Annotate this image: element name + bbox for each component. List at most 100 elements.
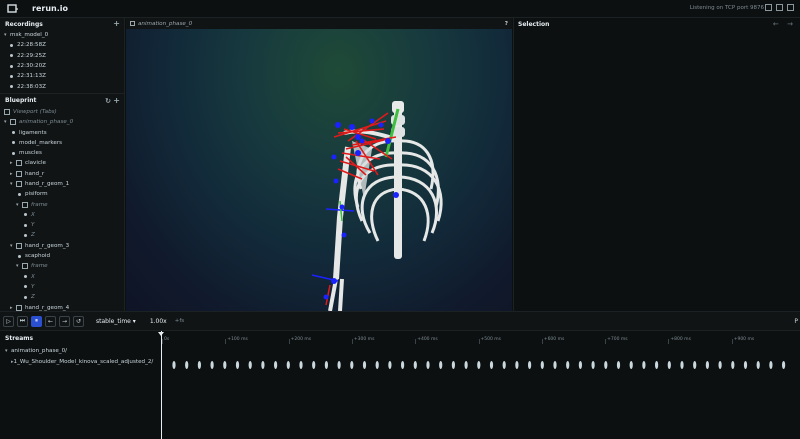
blueprint-item[interactable]: Y <box>0 220 124 230</box>
blueprint-item[interactable]: ▾ hand_r_geom_3 <box>0 241 124 251</box>
recording-item[interactable]: 22:29:25Z <box>0 51 124 61</box>
pause-button[interactable]: ⏸ <box>31 315 42 327</box>
event-marker <box>616 361 621 369</box>
event-marker <box>401 361 405 369</box>
stream-child-label: 1_Wu_Shoulder_Model_kinova_scaled_adjust… <box>13 358 154 365</box>
blueprint-item[interactable]: ligaments <box>0 127 124 137</box>
recording-dot-icon <box>10 85 13 89</box>
entity-dot-icon <box>24 233 27 237</box>
rerun-logo-icon[interactable] <box>6 3 20 15</box>
recording-item[interactable]: 22:38:03Z <box>0 81 124 91</box>
play-button[interactable]: ▷ <box>3 315 14 327</box>
blueprint-item[interactable]: ▾ frame <box>0 199 124 209</box>
event-marker <box>375 361 379 369</box>
blueprint-item[interactable]: ▾ hand_r_geom_1 <box>0 179 124 189</box>
help-icon[interactable]: ? <box>505 21 508 27</box>
event-marker <box>502 361 506 369</box>
recording-app-id: msk_model_0 <box>10 32 49 39</box>
blueprint-item[interactable]: model_markers <box>0 138 124 148</box>
entity-group-icon <box>16 170 22 177</box>
time-tick-label: +200 ms <box>290 337 312 342</box>
recording-item[interactable]: 22:31:13Z <box>0 71 124 81</box>
view-row[interactable]: ▾ animation_phase_0 <box>0 117 124 127</box>
left-panel: Recordings + ▾ msk_model_0 22:28:58Z 22:2… <box>0 18 125 311</box>
blueprint-item[interactable]: ▸ hand_r <box>0 169 124 179</box>
selection-panel: Selection ← → <box>513 18 800 311</box>
recording-item[interactable]: 22:28:58Z <box>0 40 124 50</box>
add-view-icon[interactable]: + <box>113 96 120 105</box>
event-marker <box>756 361 760 369</box>
playback-controls: ▷ ⏭ ⏸ ← → ↺ <box>0 315 84 327</box>
3d-scene[interactable] <box>126 29 512 312</box>
step-back-button[interactable]: ← <box>45 315 56 327</box>
event-marker <box>248 361 252 369</box>
toggle-left-panel-icon[interactable] <box>765 4 772 11</box>
view-tab-label: animation_phase_0 <box>138 20 193 27</box>
viewport-row[interactable]: Viewport (Tabs) <box>0 107 124 117</box>
playback-speed[interactable]: 1.00x <box>150 318 167 325</box>
entity-dot-icon <box>12 151 15 155</box>
blueprint-item[interactable]: muscles <box>0 148 124 158</box>
blueprint-item[interactable]: Z <box>0 292 124 302</box>
add-recording-icon[interactable]: + <box>113 19 120 28</box>
loop-button[interactable]: ↺ <box>73 315 84 327</box>
stream-track[interactable] <box>160 345 800 439</box>
event-marker <box>337 361 341 369</box>
event-marker <box>515 361 519 369</box>
recordings-header: Recordings + <box>0 18 124 30</box>
entity-dot-icon <box>24 213 27 217</box>
blueprint-item[interactable]: pisiform <box>0 189 124 199</box>
step-next-button[interactable]: → <box>59 315 70 327</box>
skeleton-render <box>311 101 443 312</box>
event-marker <box>693 361 697 369</box>
streams-tree: Streams ▾ animation_phase_0/ ▸ 1_Wu_Shou… <box>0 331 154 439</box>
app-title: rerun.io <box>32 4 68 13</box>
selection-history-arrows[interactable]: ← → <box>773 20 796 28</box>
blueprint-item[interactable]: ▸ clavicle <box>0 158 124 168</box>
time-tick-label: +100 ms <box>227 337 248 342</box>
blueprint-item[interactable]: Y <box>0 282 124 292</box>
toggle-right-panel-icon[interactable] <box>787 4 794 11</box>
time-tick-label: +800 ms <box>670 337 691 342</box>
event-marker <box>642 361 646 369</box>
spatial-3d-view[interactable]: animation_phase_0 ? <box>126 18 512 312</box>
event-marker <box>464 361 468 369</box>
stream-root-row[interactable]: ▾ animation_phase_0/ <box>0 345 152 356</box>
blueprint-item[interactable]: Z <box>0 230 124 240</box>
event-marker <box>477 361 481 369</box>
view-tab[interactable]: animation_phase_0 ? <box>126 18 512 29</box>
event-marker <box>197 361 201 369</box>
event-marker <box>210 361 214 369</box>
blueprint-item[interactable]: X <box>0 210 124 220</box>
event-marker <box>604 361 608 369</box>
pin-icon[interactable]: P <box>794 318 798 325</box>
recording-app-row[interactable]: ▾ msk_model_0 <box>0 30 124 40</box>
event-marker <box>680 361 684 369</box>
playhead[interactable] <box>161 331 162 439</box>
event-marker <box>362 361 367 369</box>
view-label: animation_phase_0 <box>19 119 74 126</box>
streams-title: Streams <box>5 334 34 342</box>
stream-child-row[interactable]: ▸ 1_Wu_Shoulder_Model_kinova_scaled_adju… <box>0 356 154 367</box>
blueprint-item[interactable]: ▾ frame <box>0 261 124 271</box>
blueprint-header: Blueprint ↻ + <box>0 95 124 107</box>
recording-item[interactable]: 22:30:20Z <box>0 61 124 71</box>
blueprint-item[interactable]: X <box>0 272 124 282</box>
event-marker <box>489 361 494 369</box>
event-marker <box>782 361 786 369</box>
entity-dot-icon <box>24 275 27 279</box>
blueprint-item[interactable]: scaphoid <box>0 251 124 261</box>
entity-group-icon <box>16 160 22 167</box>
event-marker <box>540 361 544 369</box>
timeline-selector[interactable]: stable_time ▾ <box>96 318 136 325</box>
toggle-bottom-panel-icon[interactable] <box>776 4 783 11</box>
recording-list: 22:28:58Z 22:29:25Z 22:30:20Z 22:31:13Z 22:3… <box>0 40 124 91</box>
event-marker <box>235 361 240 369</box>
fps-toggle[interactable]: +fs <box>175 318 184 324</box>
reset-blueprint-icon[interactable]: ↻ <box>105 97 111 105</box>
playhead-handle[interactable] <box>158 332 164 336</box>
event-marker <box>731 361 735 369</box>
blueprint-item[interactable]: ▸ hand_r_geom_4 <box>0 302 124 311</box>
time-ruler[interactable]: 0s +100 ms +200 ms +300 ms +400 ms +500 ms +60… <box>160 331 800 345</box>
step-forward-button[interactable]: ⏭ <box>17 315 28 327</box>
